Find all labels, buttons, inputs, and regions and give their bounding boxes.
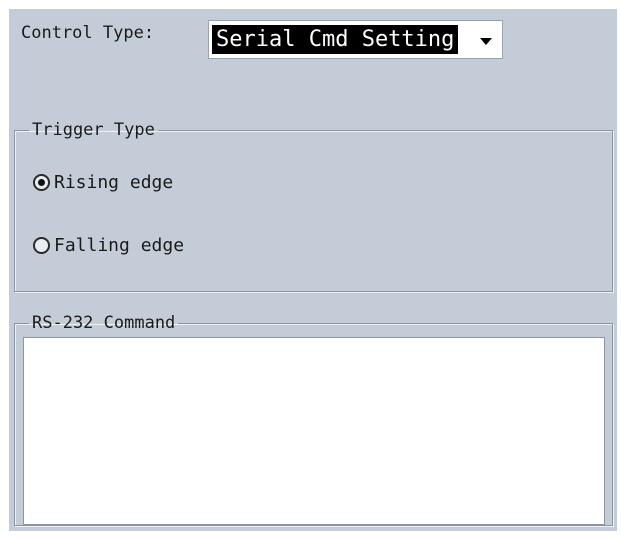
chevron-down-icon[interactable] (480, 38, 492, 45)
radio-checked-icon[interactable] (33, 173, 50, 191)
control-type-label: Control Type: (21, 23, 155, 43)
rs232-command-input[interactable] (23, 337, 605, 525)
control-type-dropdown[interactable]: Serial Cmd Setting (208, 20, 503, 59)
rising-edge-option[interactable]: Rising edge (33, 169, 173, 195)
rs232-command-legend: RS-232 Command (32, 313, 176, 333)
radio-unchecked-icon[interactable] (33, 236, 50, 254)
falling-edge-label: Falling edge (54, 234, 185, 256)
control-type-selected-value: Serial Cmd Setting (212, 25, 459, 54)
rising-edge-label: Rising edge (54, 171, 174, 193)
settings-panel: Control Type: Serial Cmd Setting Trigger… (9, 9, 617, 531)
trigger-type-legend: Trigger Type (32, 120, 155, 140)
falling-edge-option[interactable]: Falling edge (33, 232, 184, 258)
trigger-type-group: Trigger Type (14, 121, 613, 292)
